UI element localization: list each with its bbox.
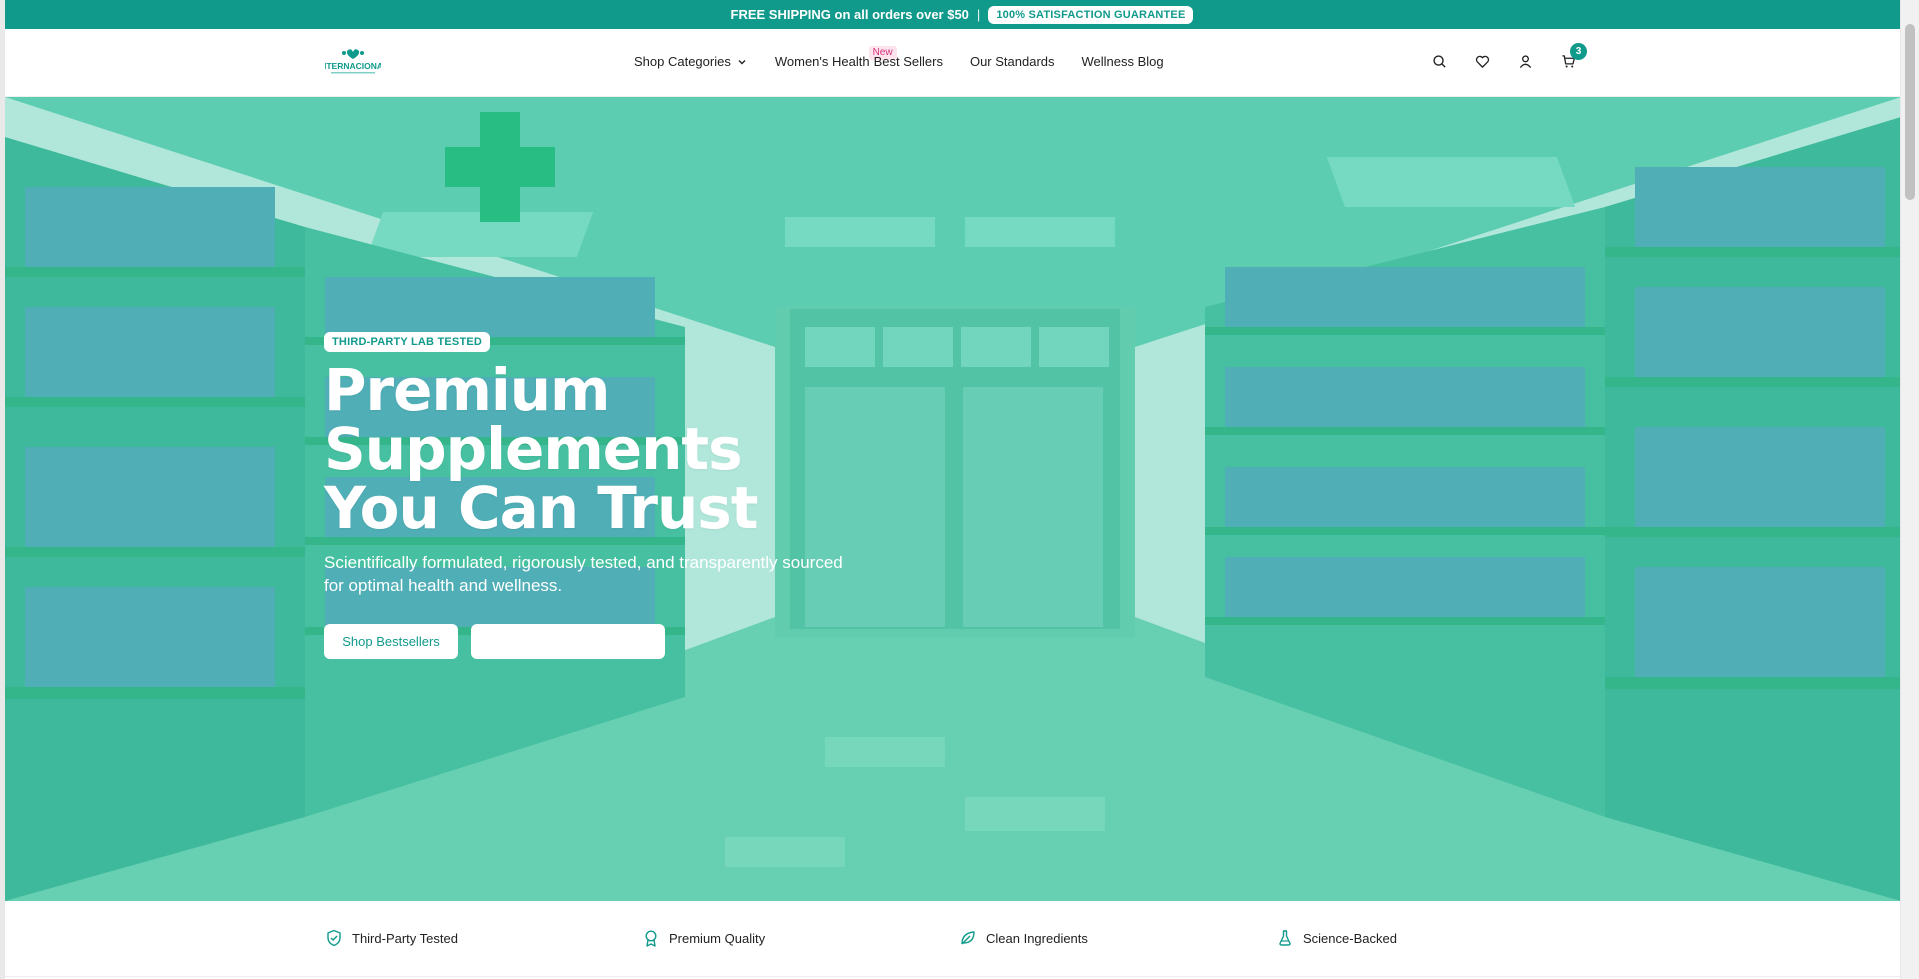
chevron-down-icon [738, 59, 746, 64]
cart-count-badge: 3 [1570, 43, 1587, 60]
logo-text: INTERNACIONAL [325, 61, 381, 71]
trust-item-third-party: Third-Party Tested [325, 929, 458, 947]
trust-label: Third-Party Tested [352, 930, 458, 946]
scrollbar-thumb[interactable] [1905, 24, 1915, 200]
announcement-text: FREE SHIPPING on all orders over $50 [730, 7, 969, 22]
announcement-bar: FREE SHIPPING on all orders over $50 | 1… [5, 0, 1919, 29]
nav-womens-health[interactable]: Women's Health New [774, 46, 897, 69]
hero-subheading: Scientifically formulated, rigorously te… [324, 553, 843, 595]
brand-logo[interactable]: INTERNACIONAL [318, 47, 388, 77]
header-actions: 3 [1428, 43, 1600, 72]
headline-line-3: You Can Trust [324, 474, 759, 542]
trust-label: Science-Backed [1303, 930, 1397, 946]
account-button[interactable] [1514, 50, 1536, 72]
page: FREE SHIPPING on all orders over $50 | 1… [0, 0, 1919, 979]
nav-our-standards[interactable]: Our Standards [970, 54, 1055, 69]
flask-icon [1279, 930, 1291, 946]
nav-shop-categories[interactable]: Shop Categories [634, 54, 747, 69]
cart-button[interactable]: 3 [1557, 43, 1587, 72]
shop-bestsellers-button[interactable]: Shop Bestsellers [324, 624, 458, 659]
search-icon [1432, 54, 1446, 68]
nav-label: Our Standards [969, 54, 1055, 69]
trust-label: Clean Ingredients [986, 930, 1088, 946]
shield-check-icon [327, 929, 341, 947]
announcement-separator: | [976, 7, 981, 22]
main-nav: Shop Categories Women's Health New Best … [634, 46, 1164, 69]
trust-item-clean: Clean Ingredients [959, 929, 1088, 947]
trust-item-science: Science-Backed [1276, 929, 1397, 947]
lab-tested-badge: THIRD-PARTY LAB TESTED [324, 332, 491, 352]
trust-label: Premium Quality [669, 930, 766, 946]
nav-label: Best Sellers [873, 54, 943, 69]
award-icon [645, 930, 657, 947]
leaf-icon [961, 931, 975, 945]
search-button[interactable] [1428, 50, 1450, 72]
wishlist-button[interactable] [1471, 50, 1493, 72]
logo-mark-icon: INTERNACIONAL [318, 49, 388, 74]
guarantee-pill: 100% SATISFACTION GUARANTEE [988, 5, 1194, 24]
trust-bar: Third-Party Tested Premium Quality Clean… [5, 901, 1901, 977]
nav-label: Women's Health [774, 54, 870, 69]
page-scrollbar[interactable] [1900, 0, 1919, 979]
trust-item-premium: Premium Quality [642, 929, 765, 947]
hero-ctas: Shop Bestsellers [324, 624, 844, 659]
nav-wellness-blog[interactable]: Wellness Blog [1082, 54, 1164, 69]
headline-line-2: Supplements [324, 415, 743, 483]
hero-content: THIRD-PARTY LAB TESTED Premium Supplemen… [324, 332, 844, 659]
user-icon [1519, 54, 1531, 68]
heart-icon [1475, 55, 1489, 68]
hero-section: THIRD-PARTY LAB TESTED Premium Supplemen… [5, 97, 1901, 901]
nav-label: Shop Categories [634, 54, 731, 69]
secondary-cta-button[interactable] [471, 624, 665, 659]
site-header: INTERNACIONAL Shop Categories Women's He… [5, 29, 1901, 97]
nav-label: Wellness Blog [1081, 54, 1164, 69]
nav-best-sellers[interactable]: Best Sellers [874, 54, 943, 69]
headline-line-1: Premium [324, 356, 611, 424]
hero-overlay [5, 97, 1901, 901]
hero-headline: Premium Supplements You Can Trust [324, 361, 844, 538]
